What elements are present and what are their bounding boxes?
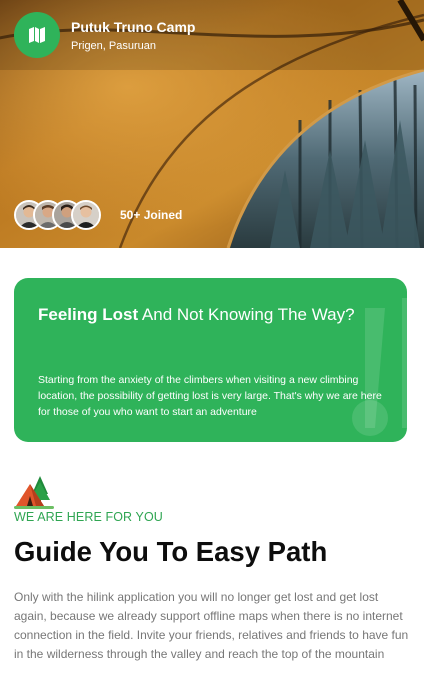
avatar-group: [14, 200, 101, 230]
card-title: Feeling Lost And Not Knowing The Way?: [38, 302, 358, 327]
card-title-rest: And Not Knowing The Way?: [138, 305, 355, 324]
hero-banner: Putuk Truno Camp Prigen, Pasuruan 50+ Jo…: [0, 0, 424, 248]
camping-tent-icon: [14, 476, 54, 509]
app-name: Putuk Truno Camp: [71, 18, 196, 35]
brand-header: Putuk Truno Camp Prigen, Pasuruan: [14, 12, 195, 58]
location-label: Prigen, Pasuruan: [71, 39, 156, 52]
section-heading: Guide You To Easy Path: [14, 536, 328, 567]
joined-count: 50+ Joined: [120, 208, 183, 222]
card-description: Starting from the anxiety of the climber…: [38, 374, 382, 418]
joined-users: 50+ Joined: [14, 200, 182, 230]
avatar: [71, 200, 101, 230]
card-title-bold: Feeling Lost: [38, 305, 139, 324]
section-eyebrow: WE ARE HERE FOR YOU: [14, 510, 163, 524]
feeling-lost-card: Feeling Lost And Not Knowing The Way? St…: [14, 278, 407, 442]
map-icon[interactable]: [14, 12, 60, 58]
section-paragraph: Only with the hilink application you wil…: [14, 590, 409, 661]
